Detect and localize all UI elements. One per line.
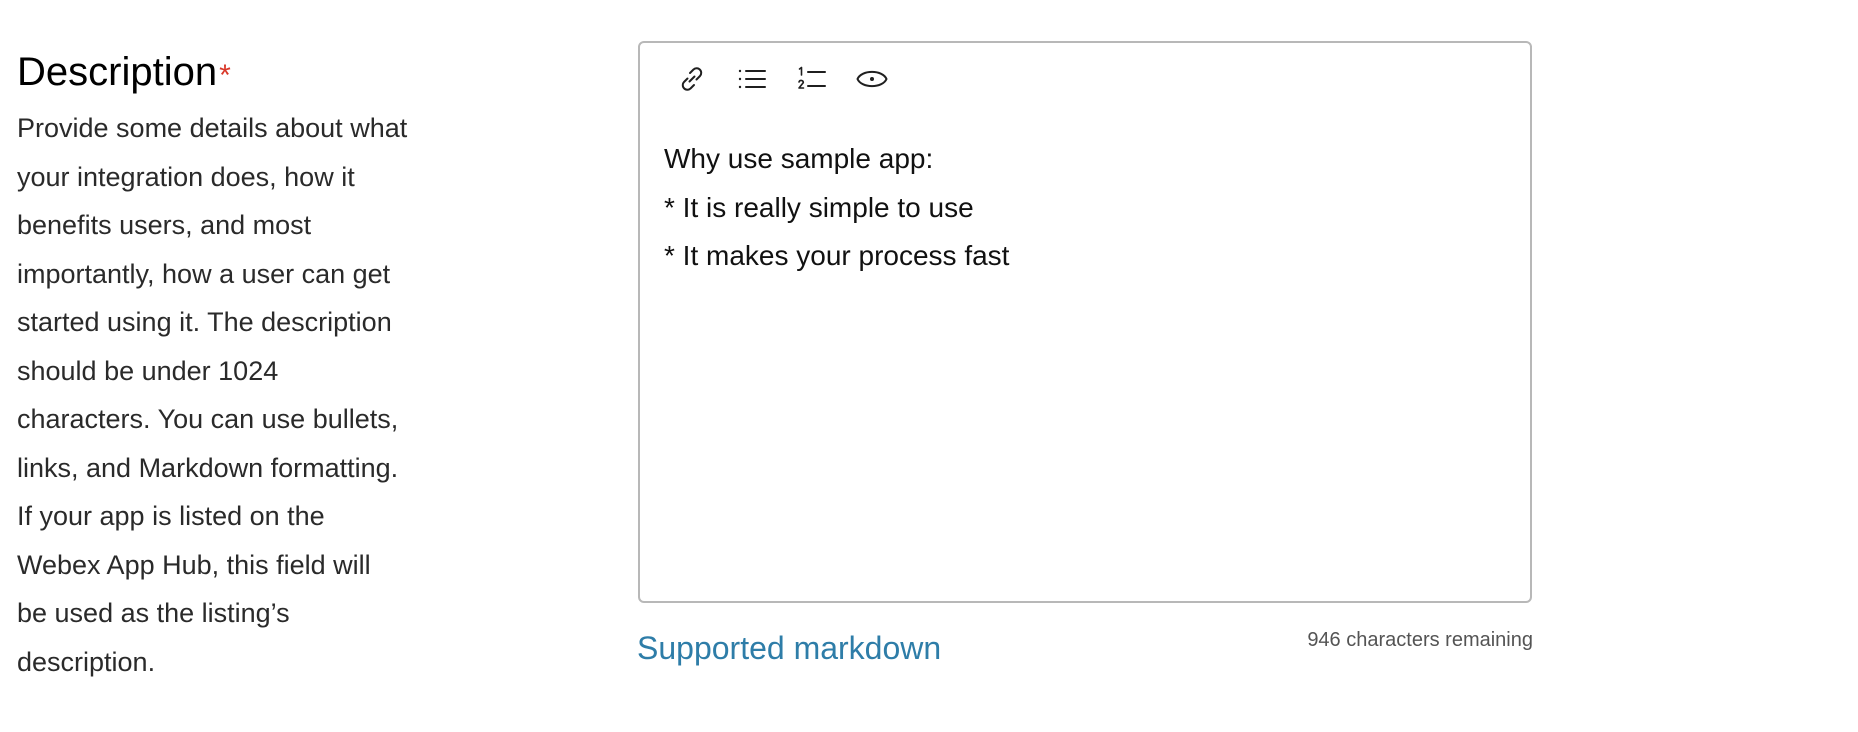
characters-remaining: 946 characters remaining — [1307, 629, 1533, 651]
preview-button[interactable] — [850, 57, 894, 101]
editor-toolbar — [670, 57, 910, 101]
eye-icon — [856, 70, 888, 88]
description-textarea[interactable]: Why use sample app: * It is really simpl… — [664, 143, 1504, 305]
bulleted-list-button[interactable] — [730, 57, 774, 101]
bulleted-list-icon — [738, 69, 766, 89]
link-icon — [681, 67, 703, 91]
insert-link-button[interactable] — [670, 57, 714, 101]
required-asterisk: * — [219, 59, 231, 92]
numbered-list-button[interactable] — [790, 57, 834, 101]
description-editor[interactable]: Why use sample app: * It is really simpl… — [638, 41, 1532, 603]
numbered-list-icon — [798, 66, 826, 89]
field-title: Description* — [17, 48, 457, 96]
editor-line: * It is really simple to use — [664, 191, 974, 223]
field-title-text: Description — [17, 50, 218, 94]
editor-line: Why use sample app: — [664, 143, 934, 174]
editor-line: * It makes your process fast — [664, 240, 1010, 271]
field-label-column: Description* Provide some details about … — [17, 48, 457, 686]
supported-markdown-link[interactable]: Supported markdown — [637, 628, 941, 668]
field-help-text: Provide some details about what your int… — [17, 113, 408, 677]
